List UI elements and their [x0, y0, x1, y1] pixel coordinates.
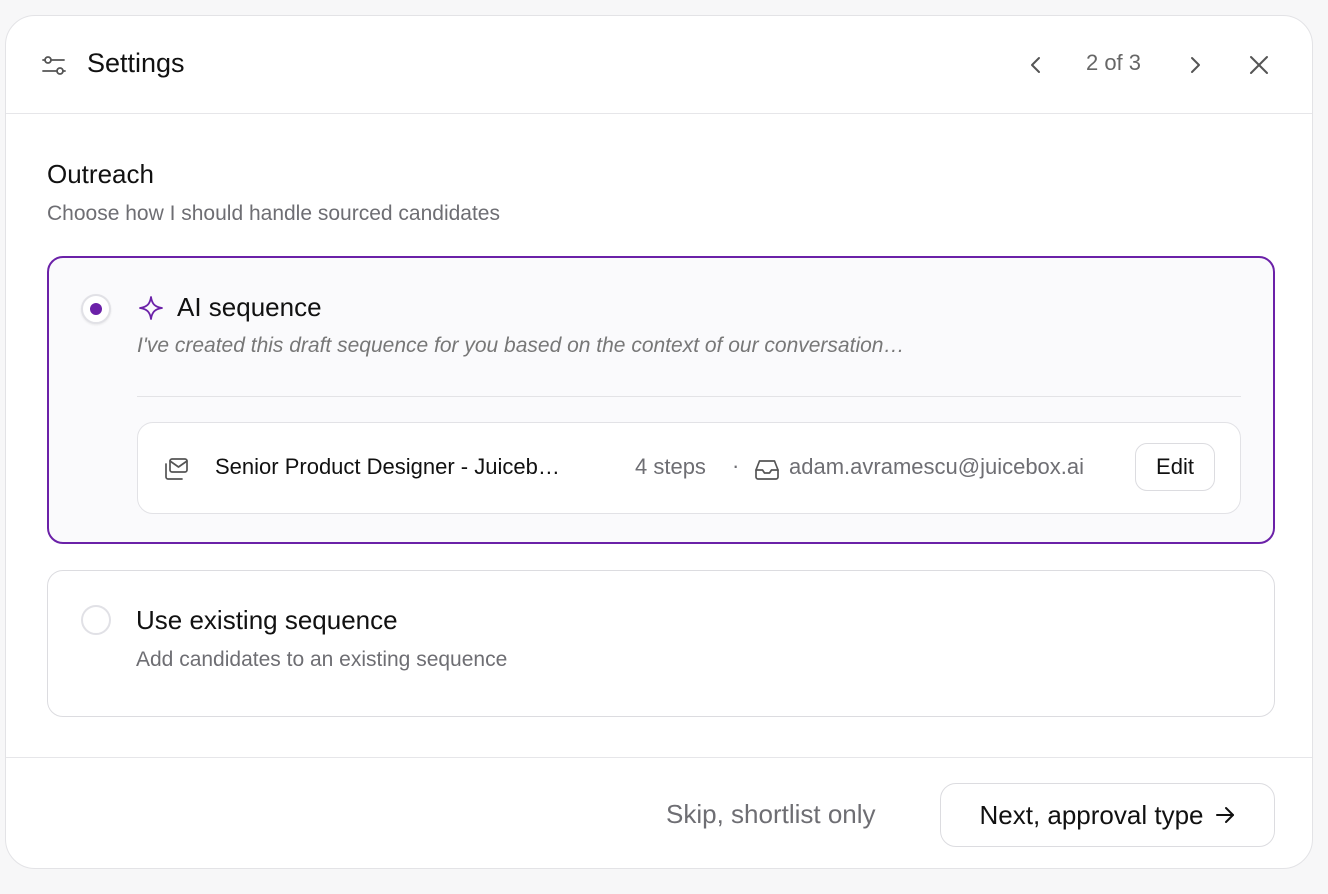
separator-dot: ·: [732, 453, 740, 478]
next-button-label: Next, approval type: [979, 799, 1204, 830]
skip-button[interactable]: Skip, shortlist only: [666, 799, 876, 830]
settings-modal: Settings 2 of 3 Outreach Choose how I sh…: [5, 15, 1313, 869]
close-button[interactable]: [1244, 50, 1274, 80]
inbox-icon: [753, 455, 781, 483]
sparkle-icon: [137, 294, 165, 322]
option-description: Add candidates to an existing sequence: [136, 648, 508, 671]
radio-selected[interactable]: [81, 294, 111, 324]
settings-sliders-icon: [40, 52, 68, 80]
sequence-steps: 4 steps: [635, 454, 706, 479]
previous-button[interactable]: [1021, 50, 1051, 80]
next-button[interactable]: Next, approval type: [940, 783, 1275, 847]
section-subtitle: Choose how I should handle sourced candi…: [47, 202, 500, 225]
option-existing-sequence[interactable]: Use existing sequence Add candidates to …: [47, 570, 1275, 717]
mail-stack-icon: [162, 455, 190, 483]
option-ai-sequence[interactable]: AI sequence I've created this draft sequ…: [47, 256, 1275, 544]
option-title: AI sequence: [177, 292, 322, 322]
modal-title: Settings: [87, 48, 185, 78]
close-icon: [1250, 56, 1268, 74]
section-title: Outreach: [47, 159, 154, 189]
sender-email: adam.avramescu@juicebox.ai: [789, 454, 1085, 479]
chevron-right-icon: [1191, 57, 1200, 73]
arrow-right-icon: [1215, 807, 1234, 823]
edit-button[interactable]: Edit: [1135, 443, 1215, 491]
divider: [137, 396, 1241, 397]
modal-header: Settings 2 of 3: [6, 16, 1312, 114]
sequence-card: Senior Product Designer - Juiceb… 4 step…: [137, 422, 1241, 514]
option-description: I've created this draft sequence for you…: [137, 334, 905, 357]
page-indicator: 2 of 3: [1085, 50, 1142, 75]
next-page-button[interactable]: [1180, 50, 1210, 80]
modal-footer: Skip, shortlist only Next, approval type: [6, 757, 1312, 868]
radio-unselected[interactable]: [81, 605, 111, 635]
chevron-left-icon: [1031, 57, 1040, 73]
option-title: Use existing sequence: [136, 605, 398, 635]
sequence-name: Senior Product Designer - Juiceb…: [215, 454, 560, 479]
